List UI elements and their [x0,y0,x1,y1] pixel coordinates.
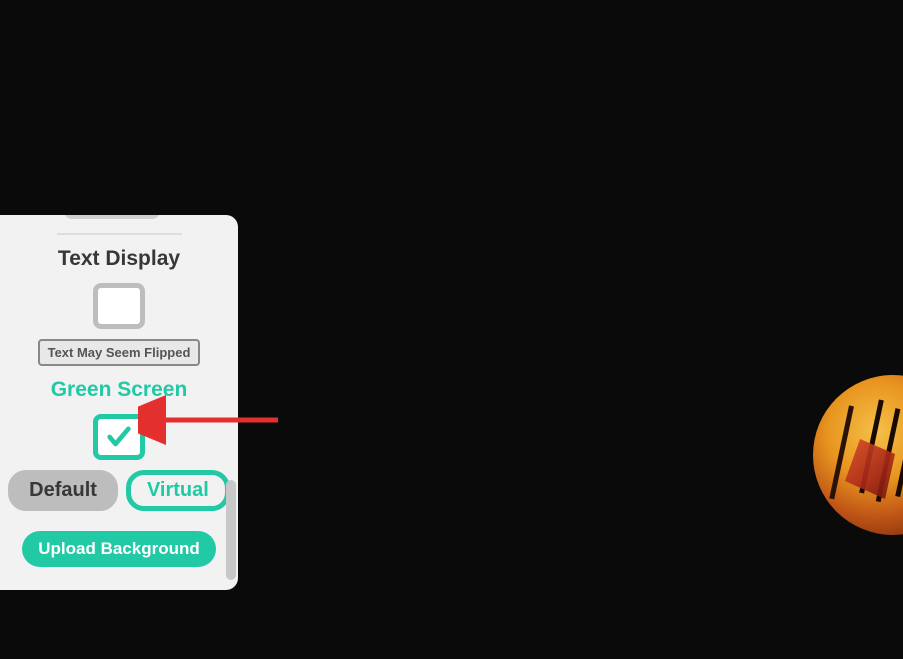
text-flip-hint: Text May Seem Flipped [38,339,201,366]
mode-default-button[interactable]: Default [8,470,118,511]
partial-previous-control [64,215,160,219]
panel-scroll-area[interactable]: Text Display Text May Seem Flipped Green… [0,215,238,590]
green-screen-title: Green Screen [0,378,238,402]
scrollbar-thumb[interactable] [226,480,236,580]
mode-virtual-button[interactable]: Virtual [126,470,230,511]
text-display-checkbox[interactable] [93,283,145,329]
divider [57,233,182,235]
green-screen-mode-toggle: Default Virtual [0,470,238,511]
face-filters-title: Face Filters! [0,585,238,590]
text-display-title: Text Display [0,247,238,271]
check-icon [105,423,133,451]
green-screen-checkbox[interactable] [93,414,145,460]
settings-panel: Text Display Text May Seem Flipped Green… [0,215,238,590]
upload-background-button[interactable]: Upload Background [22,531,216,567]
avatar [813,375,903,535]
